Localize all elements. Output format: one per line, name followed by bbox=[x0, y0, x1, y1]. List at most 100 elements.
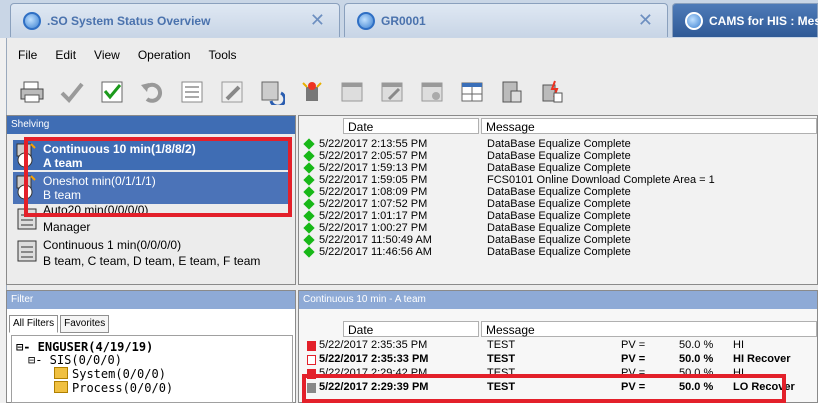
globe-icon bbox=[23, 11, 41, 30]
printer-icon bbox=[20, 81, 44, 103]
column-header-message[interactable]: Message bbox=[481, 321, 817, 337]
status-ok-icon bbox=[303, 234, 315, 246]
message-date: 5/22/2017 1:00:27 PM bbox=[319, 222, 428, 234]
column-header-message[interactable]: Message bbox=[481, 118, 817, 134]
refresh-button[interactable] bbox=[254, 74, 290, 110]
column-header-date[interactable]: Date bbox=[343, 321, 479, 337]
tree-node-sis[interactable]: ⊟- SIS(0/0/0) bbox=[28, 353, 122, 367]
alarm-pv-value: 50.0 % bbox=[679, 353, 714, 365]
server-alarm-icon bbox=[542, 80, 563, 103]
highlight-box bbox=[24, 137, 292, 217]
menu-edit[interactable]: Edit bbox=[55, 48, 76, 66]
tree-node-process[interactable]: Process(0/0/0) bbox=[54, 381, 173, 395]
shelving-item[interactable]: Continuous 1 min(0/0/0/0) B team, C team… bbox=[13, 236, 289, 270]
status-ok-icon bbox=[303, 150, 315, 162]
list-button[interactable] bbox=[174, 74, 210, 110]
folder-icon bbox=[54, 381, 68, 393]
menu-file[interactable]: File bbox=[18, 48, 37, 66]
server-icon bbox=[502, 81, 522, 103]
alarm-row[interactable]: 5/22/2017 2:35:35 PM TEST PV = 50.0 % HI bbox=[299, 339, 817, 353]
undo-icon bbox=[141, 82, 163, 103]
alarm-icon bbox=[302, 82, 322, 101]
menu-view[interactable]: View bbox=[94, 48, 120, 66]
window-config-icon bbox=[421, 82, 443, 102]
message-text: DataBase Equalize Complete bbox=[487, 138, 631, 150]
tab-bar: .SO System Status Overview ✕ GR0001 ✕ CA… bbox=[0, 0, 818, 38]
shelving-title: Shelving bbox=[7, 116, 295, 134]
acknowledge-button[interactable] bbox=[54, 74, 90, 110]
column-header-date[interactable]: Date bbox=[343, 118, 479, 134]
refresh-icon bbox=[261, 81, 285, 105]
message-date: 5/22/2017 1:08:09 PM bbox=[319, 186, 428, 198]
alarm-status-icon bbox=[307, 355, 316, 365]
check-icon bbox=[60, 82, 84, 103]
window-config-button[interactable] bbox=[414, 74, 450, 110]
tab-all-filters[interactable]: All Filters bbox=[9, 315, 59, 333]
status-ok-icon bbox=[303, 222, 315, 234]
message-date: 5/22/2017 2:13:55 PM bbox=[319, 138, 428, 150]
tree-node-system[interactable]: System(0/0/0) bbox=[54, 367, 166, 381]
message-date: 5/22/2017 11:50:49 AM bbox=[319, 234, 432, 246]
print-button[interactable] bbox=[14, 74, 50, 110]
message-text: DataBase Equalize Complete bbox=[487, 162, 631, 174]
tab-system-status[interactable]: .SO System Status Overview ✕ bbox=[10, 3, 340, 37]
tree-node-label: ⊟- SIS(0/0/0) bbox=[28, 353, 122, 367]
tab-cams[interactable]: CAMS for HIS : Mes bbox=[672, 3, 818, 37]
message-text: DataBase Equalize Complete bbox=[487, 198, 631, 210]
alarm-button[interactable] bbox=[294, 74, 330, 110]
alarm-pv-label: PV = bbox=[621, 339, 646, 351]
menu-operation[interactable]: Operation bbox=[138, 48, 191, 66]
close-icon[interactable]: ✕ bbox=[638, 10, 653, 31]
check-list-icon bbox=[101, 81, 123, 103]
tab-label: CAMS for HIS : Mes bbox=[709, 13, 818, 28]
tab-favorites[interactable]: Favorites bbox=[60, 315, 110, 333]
edit-button[interactable] bbox=[214, 74, 250, 110]
status-ok-icon bbox=[303, 174, 315, 186]
alarm-pv-value: 50.0 % bbox=[679, 339, 714, 351]
menu-tools[interactable]: Tools bbox=[209, 48, 237, 66]
alarm-tag: TEST bbox=[487, 339, 516, 351]
detail-title: Continuous 10 min - A team bbox=[299, 291, 817, 309]
status-ok-icon bbox=[303, 186, 315, 198]
message-text: DataBase Equalize Complete bbox=[487, 234, 631, 246]
shelving-list-icon bbox=[17, 240, 37, 262]
status-ok-icon bbox=[303, 138, 315, 150]
acknowledge-list-button[interactable] bbox=[94, 74, 130, 110]
tab-gr0001[interactable]: GR0001 ✕ bbox=[344, 3, 668, 37]
pencil-icon bbox=[221, 81, 243, 103]
shelving-item-team: B team, C team, D team, E team, F team bbox=[43, 254, 261, 268]
message-text: DataBase Equalize Complete bbox=[487, 222, 631, 234]
message-text: FCS0101 Online Download Complete Area = … bbox=[487, 174, 715, 186]
message-text: DataBase Equalize Complete bbox=[487, 210, 631, 222]
filter-tree: ⊟- ENGUSER(4/19/19) ⊟- SIS(0/0/0) System… bbox=[11, 335, 293, 403]
globe-icon bbox=[357, 11, 375, 30]
globe-icon bbox=[685, 11, 703, 30]
undo-button[interactable] bbox=[134, 74, 170, 110]
menu-bar: File Edit View Operation Tools bbox=[6, 48, 243, 66]
grid-window-button[interactable] bbox=[454, 74, 490, 110]
filter-pane: Filter All Filters Favorites ⊟- ENGUSER(… bbox=[6, 290, 296, 403]
server-alarm-button[interactable] bbox=[534, 74, 570, 110]
close-icon[interactable]: ✕ bbox=[310, 10, 325, 31]
list-icon bbox=[181, 81, 203, 103]
message-date: 5/22/2017 11:46:56 AM bbox=[319, 246, 432, 258]
toolbar bbox=[14, 72, 574, 112]
message-list-pane: Date Message 5/22/2017 2:13:55 PM DataBas… bbox=[298, 115, 818, 285]
message-row[interactable]: 5/22/2017 11:46:56 AM DataBase Equalize C… bbox=[299, 246, 817, 259]
message-date: 5/22/2017 1:07:52 PM bbox=[319, 198, 428, 210]
window-button[interactable] bbox=[334, 74, 370, 110]
alarm-tag: TEST bbox=[487, 353, 516, 365]
filter-title: Filter bbox=[7, 291, 295, 309]
message-text: DataBase Equalize Complete bbox=[487, 186, 631, 198]
server-button[interactable] bbox=[494, 74, 530, 110]
status-ok-icon bbox=[303, 198, 315, 210]
message-date: 5/22/2017 1:59:13 PM bbox=[319, 162, 428, 174]
window-edit-button[interactable] bbox=[374, 74, 410, 110]
message-date: 5/22/2017 2:05:57 PM bbox=[319, 150, 428, 162]
alarm-pv-label: PV = bbox=[621, 353, 646, 365]
message-date: 5/22/2017 1:59:05 PM bbox=[319, 174, 428, 186]
alarm-row[interactable]: 5/22/2017 2:35:33 PM TEST PV = 50.0 % HI Rec… bbox=[299, 353, 817, 367]
tree-node-enguser[interactable]: ⊟- ENGUSER(4/19/19) bbox=[16, 340, 153, 354]
status-ok-icon bbox=[303, 210, 315, 222]
tab-label: .SO System Status Overview bbox=[47, 13, 211, 28]
